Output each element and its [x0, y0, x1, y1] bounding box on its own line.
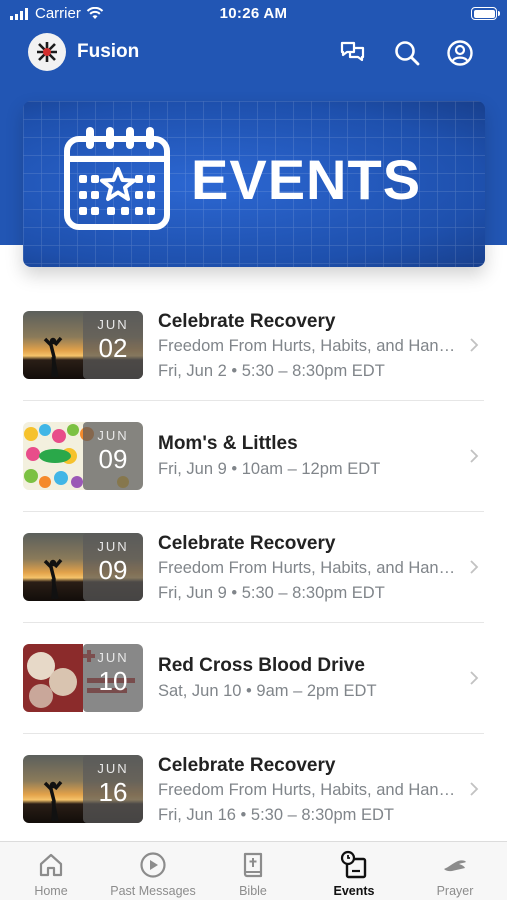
chevron-right-icon — [470, 782, 479, 796]
prayer-icon — [444, 860, 466, 872]
event-time: Fri, Jun 16 • 5:30 – 8:30pm EDT — [158, 806, 394, 824]
home-icon — [39, 853, 63, 877]
date-badge: JUN 02 — [83, 311, 143, 379]
event-title: Celebrate Recovery — [158, 755, 336, 776]
chat-icon[interactable] — [338, 38, 368, 68]
status-time: 10:26 AM — [219, 5, 288, 22]
event-title: Celebrate Recovery — [158, 311, 336, 332]
date-month: JUN — [97, 428, 129, 443]
tab-label: Bible — [239, 884, 267, 898]
event-thumbnail: JUN 10 — [23, 644, 143, 712]
date-badge: JUN 09 — [83, 422, 143, 490]
tab-bible[interactable]: Bible — [212, 842, 294, 900]
event-subtitle: Freedom From Hurts, Habits, and Hang-ups — [158, 559, 463, 577]
date-badge: JUN 09 — [83, 533, 143, 601]
app-title: Fusion — [77, 41, 140, 62]
events-icon — [340, 850, 367, 879]
search-icon[interactable] — [392, 38, 422, 68]
banner-title: EVENTS — [191, 148, 422, 211]
date-month: JUN — [97, 650, 129, 665]
profile-icon[interactable] — [445, 38, 475, 68]
battery-icon — [471, 7, 500, 20]
chat-icon-graphic — [340, 41, 365, 62]
event-thumbnail: JUN 09 — [23, 422, 143, 490]
logo-mark-icon — [37, 42, 57, 62]
event-thumbnail: JUN 09 — [23, 533, 143, 601]
event-title: Mom's & Littles — [158, 433, 298, 454]
chevron-right-icon — [470, 560, 479, 574]
tab-prayer[interactable]: Prayer — [414, 842, 496, 900]
app-bar: Fusion — [0, 30, 507, 76]
church-logo[interactable] — [28, 33, 66, 71]
date-day: 09 — [98, 555, 128, 585]
event-thumbnail: JUN 16 — [23, 755, 143, 823]
date-month: JUN — [97, 539, 129, 554]
tab-label: Home — [34, 884, 68, 898]
date-month: JUN — [97, 317, 129, 332]
date-day: 16 — [98, 777, 128, 807]
tab-label: Events — [333, 884, 375, 898]
event-time: Fri, Jun 9 • 5:30 – 8:30pm EDT — [158, 584, 385, 602]
date-day: 10 — [98, 666, 128, 696]
status-bar: Carrier 10:26 AM — [0, 0, 507, 30]
event-row[interactable]: JUN 09 Celebrate Recovery Freedom From H… — [0, 512, 507, 623]
event-title: Celebrate Recovery — [158, 533, 336, 554]
event-row[interactable]: JUN 10 Red Cross Blood Drive Sat, Jun 10… — [0, 623, 507, 734]
event-time: Fri, Jun 9 • 10am – 12pm EDT — [158, 460, 381, 478]
silhouette-image — [43, 558, 63, 600]
event-row[interactable]: JUN 16 Celebrate Recovery Freedom From H… — [0, 734, 507, 845]
silhouette-image — [43, 336, 63, 378]
event-subtitle: Freedom From Hurts, Habits, and Hang-ups — [158, 781, 463, 799]
chevron-right-icon — [470, 338, 479, 352]
date-badge: JUN 16 — [83, 755, 143, 823]
tab-bar: Home Past Messages Bible Events Prayer — [0, 841, 507, 900]
tab-label: Past Messages — [110, 884, 196, 898]
event-time: Sat, Jun 10 • 9am – 2pm EDT — [158, 682, 377, 700]
tab-past-messages[interactable]: Past Messages — [102, 842, 204, 900]
event-thumbnail: JUN 02 — [23, 311, 143, 379]
event-row[interactable]: JUN 09 Mom's & Littles Fri, Jun 9 • 10am… — [0, 401, 507, 512]
profile-icon-graphic — [447, 40, 473, 66]
tab-events[interactable]: Events — [313, 842, 395, 900]
tab-home[interactable]: Home — [10, 842, 92, 900]
calendar-star-icon — [64, 127, 170, 230]
date-badge: JUN 10 — [83, 644, 143, 712]
event-time: Fri, Jun 2 • 5:30 – 8:30pm EDT — [158, 362, 385, 380]
silhouette-image — [43, 780, 63, 822]
date-day: 09 — [98, 444, 128, 474]
chevron-right-icon — [470, 671, 479, 685]
events-banner: EVENTS — [23, 101, 485, 267]
event-row[interactable]: JUN 02 Celebrate Recovery Freedom From H… — [0, 290, 507, 401]
event-title: Red Cross Blood Drive — [158, 655, 365, 676]
event-subtitle: Freedom From Hurts, Habits, and Hang-ups — [158, 337, 463, 355]
search-icon-graphic — [395, 41, 420, 66]
date-day: 02 — [98, 333, 128, 363]
bible-icon — [243, 852, 263, 878]
date-month: JUN — [97, 761, 129, 776]
tab-label: Prayer — [436, 884, 474, 898]
chevron-right-icon — [470, 449, 479, 463]
play-circle-icon — [140, 852, 166, 878]
